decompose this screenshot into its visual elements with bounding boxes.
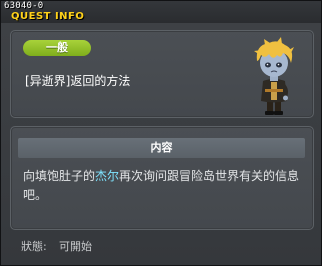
content-header: 内容 xyxy=(18,138,305,158)
window-title: QUEST INFO xyxy=(11,11,85,22)
npc-zombie-character-icon xyxy=(254,37,294,115)
quest-info-window: 63040-0 QUEST INFO 一般 [异逝界]返回的方法 内容 向填饱肚… xyxy=(0,0,322,266)
status-value: 可開始 xyxy=(59,240,92,253)
quest-summary-panel: 一般 [异逝界]返回的方法 xyxy=(10,30,314,118)
description-text-before: 向填饱肚子的 xyxy=(23,169,96,183)
quest-name: [异逝界]返回的方法 xyxy=(25,74,131,88)
quest-id: 63040-0 xyxy=(4,1,44,11)
titlebar[interactable]: 63040-0 QUEST INFO xyxy=(1,1,321,23)
quest-description: 向填饱肚子的杰尔再次询问跟冒险岛世界有关的信息吧。 xyxy=(23,167,303,205)
npc-name-highlight: 杰尔 xyxy=(95,169,120,183)
quest-type-badge: 一般 xyxy=(23,40,91,56)
status-label: 狀態: xyxy=(21,240,47,253)
quest-content-panel: 内容 向填饱肚子的杰尔再次询问跟冒险岛世界有关的信息吧。 xyxy=(10,126,314,230)
